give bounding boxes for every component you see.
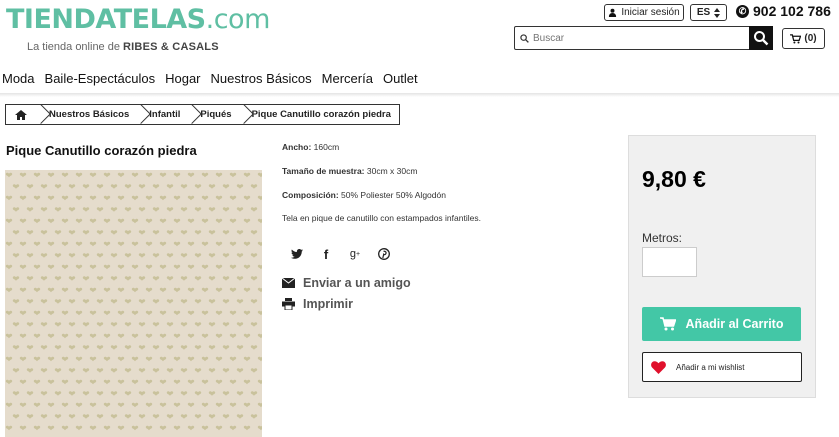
product-image[interactable] (5, 170, 262, 437)
user-icon (609, 8, 617, 17)
facebook-icon[interactable]: f (318, 246, 334, 262)
home-icon (15, 109, 27, 120)
language-value: ES (696, 7, 711, 18)
cart-icon (790, 33, 802, 43)
tagline-prefix: La tienda online de (27, 41, 120, 53)
breadcrumb-current: Pique Canutillo corazón piedra (240, 105, 399, 124)
send-friend-label: Enviar a un amigo (303, 276, 411, 290)
search-icon (754, 31, 769, 46)
print-label: Imprimir (303, 297, 354, 311)
nav-divider (0, 93, 839, 97)
wishlist-label: Añadir a mi wishlist (676, 362, 745, 372)
twitter-icon[interactable] (289, 246, 305, 262)
phone-number[interactable]: ✆ 902 102 786 (736, 3, 831, 19)
envelope-icon (282, 278, 295, 288)
add-to-cart-button[interactable]: Añadir al Carrito (642, 307, 801, 341)
breadcrumb: Nuestros Básicos Infantil Piqués Pique C… (5, 104, 400, 125)
share-buttons: f g + (289, 246, 392, 262)
product-price: 9,80 € (642, 166, 706, 192)
login-label: Iniciar sesión (621, 7, 680, 18)
cart-count: (0) (804, 33, 817, 44)
logo-main: TIENDATELAS (6, 4, 206, 35)
login-button[interactable]: Iniciar sesión (604, 4, 684, 21)
spec-ancho-value: 160cm (313, 142, 340, 152)
nav-item-moda[interactable]: Moda (2, 68, 35, 96)
tagline-brand: RIBES & CASALS (123, 41, 219, 53)
metros-label: Metros: (642, 231, 683, 245)
spec-muestra-value: 30cm x 30cm (366, 166, 418, 176)
select-arrows-icon (714, 7, 721, 18)
spec-muestra: Tamaño de muestra: 30cm x 30cm (282, 166, 417, 176)
fabric-pattern (5, 170, 262, 437)
spec-composicion-label: Composición: (282, 190, 339, 200)
language-select[interactable]: ES (690, 4, 727, 21)
nav-item-merceria[interactable]: Mercería (322, 68, 373, 96)
spec-composicion: Composición: 50% Poliester 50% Algodón (282, 190, 446, 200)
search-bar (514, 26, 773, 50)
print-link[interactable]: Imprimir (282, 297, 353, 311)
google-plus-icon[interactable]: g + (347, 246, 363, 262)
logo-tagline: La tienda online de RIBES & CASALS (27, 41, 219, 53)
search-input[interactable] (533, 28, 749, 48)
cart-icon (659, 317, 676, 331)
printer-icon (282, 298, 295, 310)
nav-item-outlet[interactable]: Outlet (383, 68, 418, 96)
nav-item-hogar[interactable]: Hogar (165, 68, 200, 96)
site-logo[interactable]: TIENDATELAS.com (6, 4, 270, 36)
phone-value: 902 102 786 (753, 3, 831, 19)
spec-ancho: Ancho: 160cm (282, 142, 339, 152)
phone-icon: ✆ (736, 4, 749, 18)
metros-input[interactable] (642, 247, 697, 277)
cart-button[interactable]: (0) (782, 28, 825, 49)
spec-muestra-label: Tamaño de muestra: (282, 166, 365, 176)
logo-suffix: .com (205, 4, 271, 35)
breadcrumb-item[interactable]: Nuestros Básicos (37, 105, 137, 124)
nav-item-basicos[interactable]: Nuestros Básicos (211, 68, 312, 96)
product-title: Pique Canutillo corazón piedra (6, 143, 197, 158)
spec-ancho-label: Ancho: (282, 142, 312, 152)
pinterest-icon[interactable] (376, 246, 392, 262)
spec-composicion-value: 50% Poliester 50% Algodón (341, 190, 446, 200)
breadcrumb-item[interactable]: Infantil (137, 105, 188, 124)
breadcrumb-item[interactable]: Piqués (188, 105, 239, 124)
add-to-cart-label: Añadir al Carrito (685, 317, 784, 331)
send-friend-link[interactable]: Enviar a un amigo (282, 276, 411, 290)
nav-item-baile[interactable]: Baile-Espectáculos (45, 68, 156, 96)
search-button[interactable] (749, 26, 773, 50)
heart-icon (651, 360, 666, 374)
product-description: Tela en pique de canutillo con estampado… (282, 213, 481, 223)
search-field-icon (515, 33, 533, 43)
main-nav: Moda Baile-Espectáculos Hogar Nuestros B… (0, 68, 839, 96)
wishlist-button[interactable]: Añadir a mi wishlist (642, 352, 802, 382)
